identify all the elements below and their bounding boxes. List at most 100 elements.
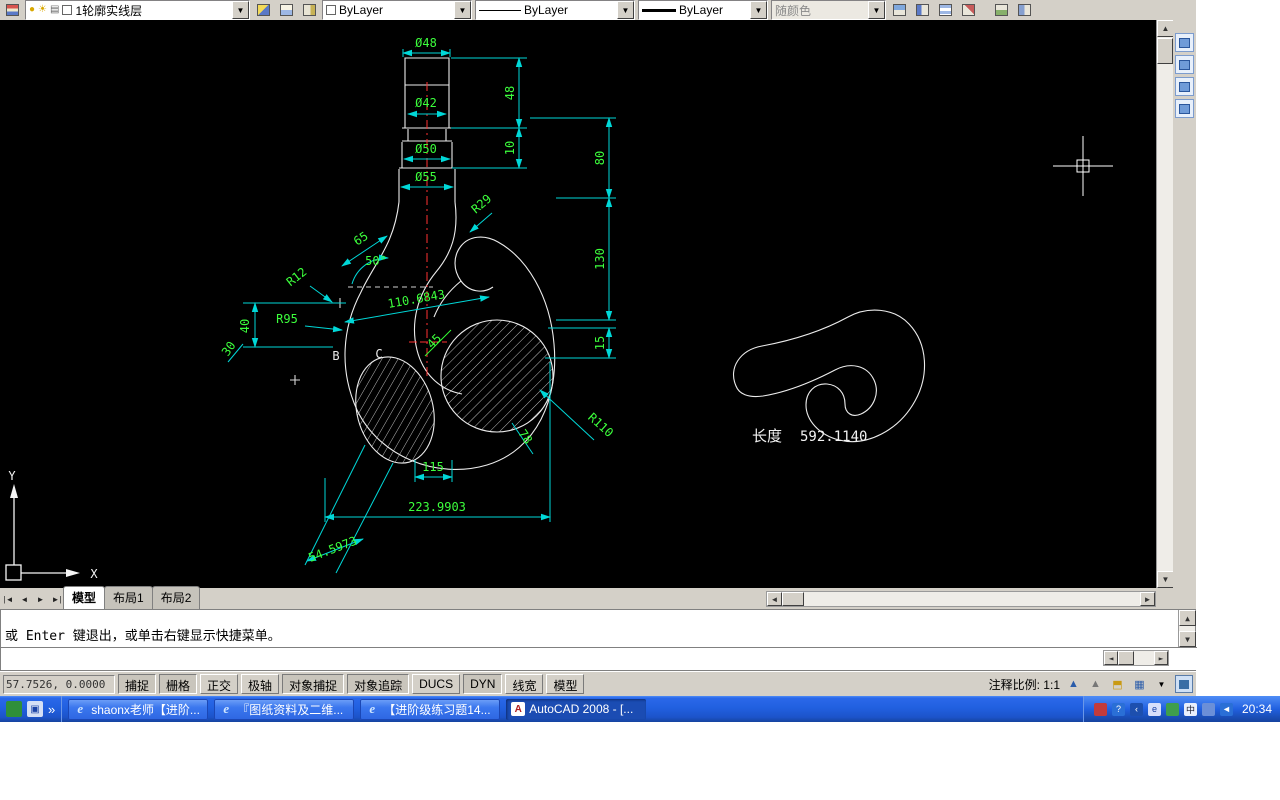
color-combo-dropdown-icon[interactable]: ▼ <box>454 1 471 19</box>
tab-prev-icon[interactable]: ◄ <box>17 592 32 607</box>
curve-outline <box>733 309 925 442</box>
taskbar-window-3[interactable]: e 【进阶级练习题14... <box>360 698 501 720</box>
linetype-combo-dropdown-icon[interactable]: ▼ <box>617 1 634 19</box>
plotstyle-combo[interactable]: 随颜色 ▼ <box>771 0 886 20</box>
svg-text:80: 80 <box>593 151 607 165</box>
scroll-up-icon[interactable]: ▲ <box>1157 20 1174 37</box>
ucs-y-label: Y <box>8 469 16 483</box>
scroll-down-icon[interactable]: ▼ <box>1157 571 1174 588</box>
linetype-combo[interactable]: ByLayer ▼ <box>475 0 635 20</box>
ortho-toggle[interactable]: 正交 <box>200 674 239 694</box>
model-toggle[interactable]: 模型 <box>546 674 585 694</box>
dimension-style-icon[interactable] <box>912 1 932 19</box>
taskbar-window-2[interactable]: e 『图纸资料及二维... <box>214 698 355 720</box>
dyn-toggle[interactable]: DYN <box>463 674 503 694</box>
drawing-horizontal-scrollbar[interactable]: ◄ ► <box>766 591 1156 607</box>
status-menu-arrow-icon[interactable]: ▼ <box>1153 676 1170 693</box>
command-scroll-down-icon[interactable]: ▼ <box>1179 631 1196 647</box>
command-scroll-left-icon[interactable]: ◄ <box>1104 651 1118 665</box>
tray-network-icon[interactable] <box>1201 702 1215 716</box>
text-style-icon[interactable] <box>889 1 909 19</box>
crosshair-cursor <box>1053 136 1113 196</box>
svg-text:R12: R12 <box>284 265 310 289</box>
clean-screen-icon[interactable] <box>1175 675 1193 693</box>
lineweight-combo-dropdown-icon[interactable]: ▼ <box>750 1 767 19</box>
annotation-autoscale-icon[interactable]: ▲ <box>1087 676 1104 693</box>
layer-combo[interactable]: ● ☀ ▤ 1轮廓实线层 ▼ <box>25 0 250 20</box>
command-horizontal-scrollbar[interactable]: ◄ ► <box>1103 650 1169 666</box>
layer-properties-icon[interactable] <box>2 1 22 19</box>
quicklaunch-icon-1[interactable] <box>6 701 22 717</box>
tab-model[interactable]: 模型 <box>63 586 106 609</box>
taskbar-window-1-label: shaonx老师【进阶... <box>91 702 200 717</box>
plotstyle-combo-value: 随颜色 <box>775 3 812 18</box>
annotation-visibility-icon[interactable]: ▲ <box>1065 676 1082 693</box>
viewport-tool-icon-3[interactable] <box>1175 77 1194 96</box>
viewport-tool-icon-1[interactable] <box>1175 33 1194 52</box>
tray-input-method-icon[interactable]: 中 <box>1183 702 1197 716</box>
otrack-toggle[interactable]: 对象追踪 <box>347 674 410 694</box>
taskbar-clock: 20:34 <box>1241 702 1272 716</box>
tray-help-icon[interactable]: ? <box>1111 702 1125 716</box>
table-style-icon[interactable] <box>935 1 955 19</box>
color-combo-value: ByLayer <box>339 3 384 17</box>
command-history[interactable]: 或 Enter 键退出，或单击右键显示快捷菜单。 <box>1 610 1169 646</box>
layer-combo-dropdown-icon[interactable]: ▼ <box>232 1 249 19</box>
command-vertical-scrollbar[interactable]: ▲ ▼ <box>1178 610 1196 647</box>
svg-text:15: 15 <box>593 336 607 350</box>
drawing-canvas[interactable]: Ø48 Ø42 Ø50 Ø55 48 10 80 130 15 R29 65 5… <box>0 20 1156 588</box>
svg-text:110.6843: 110.6843 <box>387 287 446 311</box>
osnap-toggle[interactable]: 对象捕捉 <box>282 674 345 694</box>
horizontal-scroll-thumb[interactable] <box>782 592 804 606</box>
taskbar-window-autocad[interactable]: A AutoCAD 2008 - [... <box>506 698 647 720</box>
tab-layout2[interactable]: 布局2 <box>151 586 201 609</box>
ducs-toggle[interactable]: DUCS <box>412 674 461 694</box>
layer-states-icon[interactable] <box>299 1 319 19</box>
snap-toggle[interactable]: 捕捉 <box>118 674 157 694</box>
plotstyle-combo-dropdown-icon[interactable]: ▼ <box>868 1 885 19</box>
tab-next-icon[interactable]: ► <box>33 592 48 607</box>
polar-toggle[interactable]: 极轴 <box>241 674 280 694</box>
annotation-scale-label[interactable]: 注释比例: 1:1 <box>989 676 1060 693</box>
command-scroll-right-icon[interactable]: ► <box>1154 651 1168 665</box>
tab-first-icon[interactable]: |◄ <box>1 592 16 607</box>
tray-settings-icon[interactable]: ▦ <box>1131 676 1148 693</box>
svg-text:223.9903: 223.9903 <box>408 500 466 514</box>
taskbar-window-1[interactable]: e shaonx老师【进阶... <box>68 698 209 720</box>
command-input[interactable] <box>1 647 1197 670</box>
command-scroll-up-icon[interactable]: ▲ <box>1179 610 1196 626</box>
tray-volume-icon[interactable]: ◄ <box>1219 702 1233 716</box>
quicklaunch-chevron-icon[interactable]: » <box>48 702 55 717</box>
coordinate-display[interactable]: 57.7526, 0.0000 <box>3 674 115 694</box>
multileader-style-icon[interactable] <box>958 1 978 19</box>
command-scroll-thumb[interactable] <box>1118 651 1134 665</box>
tray-shield-icon[interactable] <box>1165 702 1179 716</box>
lineweight-combo[interactable]: ByLayer ▼ <box>638 0 768 20</box>
styles-toolbar-icon-1[interactable] <box>991 1 1011 19</box>
tab-last-icon[interactable]: ►| <box>49 592 64 607</box>
grid-toggle[interactable]: 栅格 <box>159 674 198 694</box>
length-label: 长度 <box>752 428 782 445</box>
autocad-window: ● ☀ ▤ 1轮廓实线层 ▼ ByLayer ▼ ByLayer ▼ ByLay… <box>0 0 1197 696</box>
make-layer-current-icon[interactable] <box>253 1 273 19</box>
color-combo[interactable]: ByLayer ▼ <box>322 0 472 20</box>
viewport-tool-icon-2[interactable] <box>1175 55 1194 74</box>
scroll-left-icon[interactable]: ◄ <box>767 592 782 606</box>
quicklaunch-icon-2[interactable]: ▣ <box>27 701 43 717</box>
svg-text:B: B <box>332 349 339 363</box>
scroll-right-icon[interactable]: ► <box>1140 592 1155 606</box>
layers-properties-toolbar: ● ☀ ▤ 1轮廓实线层 ▼ ByLayer ▼ ByLayer ▼ ByLay… <box>0 0 1196 20</box>
styles-toolbar-icon-2[interactable] <box>1014 1 1034 19</box>
tray-browser-icon[interactable]: e <box>1147 702 1161 716</box>
svg-text:Ø48: Ø48 <box>415 36 437 50</box>
vertical-scroll-thumb[interactable] <box>1157 38 1173 64</box>
drawing-vertical-scrollbar[interactable]: ▲ ▼ <box>1156 20 1174 588</box>
viewport-tool-icon-4[interactable] <box>1175 99 1194 118</box>
tray-icon-1[interactable] <box>1093 702 1107 716</box>
lineweight-toggle[interactable]: 线宽 <box>505 674 544 694</box>
tray-collapse-icon[interactable]: ‹ <box>1129 702 1143 716</box>
toolbar-lock-icon[interactable]: ⬒ <box>1109 676 1126 693</box>
layer-thaw-sun-icon: ☀ <box>38 4 48 15</box>
tab-layout1[interactable]: 布局1 <box>104 586 153 609</box>
layer-previous-icon[interactable] <box>276 1 296 19</box>
